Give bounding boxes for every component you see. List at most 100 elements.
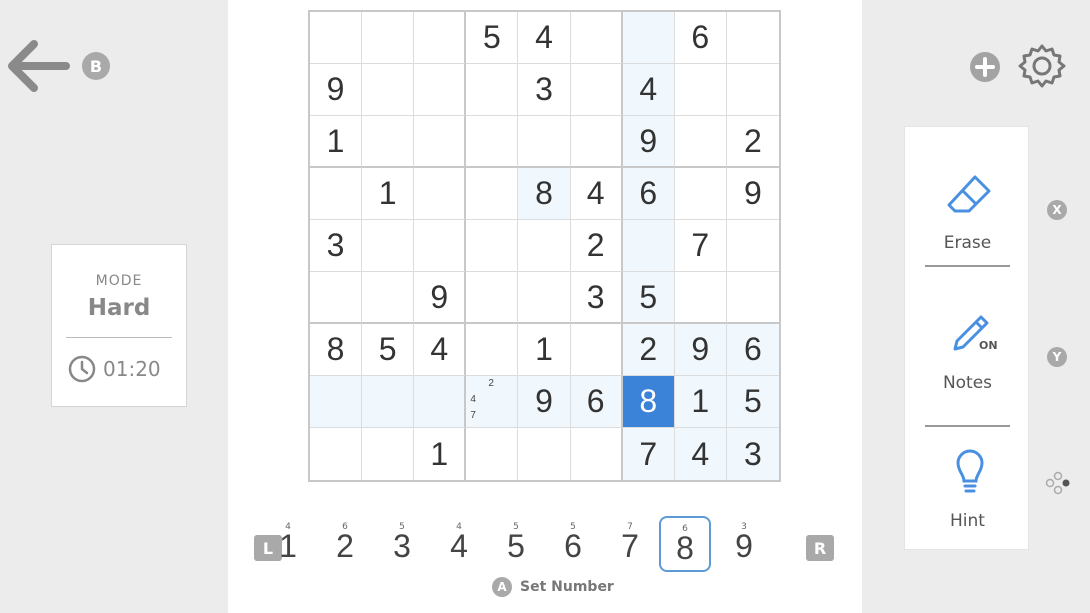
number-button-8[interactable]: 68 (659, 516, 711, 572)
board-cell[interactable]: 1 (518, 324, 571, 376)
board-cell[interactable] (570, 324, 623, 376)
board-cell[interactable]: 6 (622, 168, 675, 220)
board-cell[interactable]: 3 (570, 272, 623, 324)
number-button-5[interactable]: 55 (490, 516, 542, 572)
board-cell[interactable] (726, 272, 779, 324)
board-cell[interactable] (622, 220, 675, 272)
board-cell[interactable] (466, 272, 519, 324)
number-button-2[interactable]: 62 (319, 516, 371, 572)
board-cell[interactable]: 3 (726, 428, 779, 480)
board-cell[interactable] (362, 220, 415, 272)
board-cell[interactable] (310, 428, 363, 480)
board-cell[interactable]: 7 (674, 220, 727, 272)
number-button-1[interactable]: 41 (262, 516, 314, 572)
board-cell[interactable] (674, 64, 727, 116)
board-cell[interactable] (622, 12, 675, 64)
board-cell[interactable] (674, 116, 727, 168)
cell-value: 5 (744, 383, 762, 419)
back-button[interactable] (6, 38, 72, 94)
notes-button[interactable]: ON Notes (905, 277, 1030, 407)
board-cell[interactable] (466, 324, 519, 376)
board-cell[interactable] (674, 168, 727, 220)
board-cell[interactable] (570, 116, 623, 168)
board-cell[interactable] (518, 116, 571, 168)
add-button[interactable] (969, 51, 1001, 83)
board-cell[interactable] (466, 64, 519, 116)
board-cell[interactable]: 6 (570, 376, 623, 428)
board-cell[interactable] (674, 272, 727, 324)
board-cell[interactable]: 1 (310, 116, 363, 168)
cell-value: 9 (744, 175, 762, 211)
board-cell[interactable]: 5 (362, 324, 415, 376)
settings-button[interactable] (1018, 42, 1066, 90)
board-cell[interactable]: 3 (310, 220, 363, 272)
board-cell[interactable] (571, 428, 623, 480)
board-cell[interactable]: 4 (414, 324, 467, 376)
board-cell[interactable] (518, 272, 571, 324)
number-button-4[interactable]: 44 (433, 516, 485, 572)
board-cell[interactable] (362, 272, 415, 324)
board-cell[interactable]: 2 (622, 324, 675, 376)
board-cell[interactable]: 6 (726, 324, 779, 376)
board-cell[interactable] (570, 64, 623, 116)
board-cell[interactable] (726, 64, 779, 116)
board-cell[interactable] (362, 376, 415, 428)
gear-icon (1018, 44, 1066, 88)
board-cell[interactable]: 7 (622, 428, 675, 480)
board-cell[interactable] (362, 428, 415, 480)
board-cell[interactable]: 4 (570, 168, 623, 220)
board-cell[interactable]: 2 (570, 220, 623, 272)
board-cell[interactable] (310, 168, 363, 220)
board-cell[interactable]: 9 (726, 168, 779, 220)
board-cell[interactable] (310, 272, 363, 324)
board-cell[interactable]: 8 (622, 376, 675, 428)
number-selector: 416253445556776839 (256, 516, 836, 574)
board-cell[interactable]: 8 (310, 324, 363, 376)
board-cell[interactable]: 9 (414, 272, 467, 324)
hint-button[interactable]: Hint (905, 417, 1030, 547)
board-cell[interactable]: 5 (466, 12, 519, 64)
board-cell[interactable]: 2 4 7 (466, 376, 519, 428)
board-cell[interactable] (466, 428, 519, 480)
board-cell[interactable] (726, 12, 779, 64)
number-button-7[interactable]: 77 (604, 516, 656, 572)
board-cell[interactable] (362, 116, 415, 168)
board-cell[interactable] (414, 168, 467, 220)
board-cell[interactable] (414, 12, 467, 64)
board-cell[interactable]: 6 (674, 12, 727, 64)
board-cell[interactable] (362, 12, 415, 64)
board-cell[interactable] (466, 220, 519, 272)
board-cell[interactable]: 1 (362, 168, 415, 220)
board-cell[interactable] (414, 116, 467, 168)
board-cell[interactable] (414, 376, 467, 428)
board-cell[interactable] (310, 12, 363, 64)
erase-button[interactable]: Erase (905, 137, 1030, 267)
board-cell[interactable]: 4 (674, 428, 727, 480)
board-cell[interactable]: 4 (622, 64, 675, 116)
board-cell[interactable] (414, 64, 467, 116)
board-cell[interactable]: 8 (518, 168, 571, 220)
board-cell[interactable]: 9 (674, 324, 727, 376)
board-cell[interactable] (310, 376, 363, 428)
board-cell[interactable] (570, 12, 623, 64)
board-cell[interactable]: 4 (518, 12, 571, 64)
board-cell[interactable]: 5 (726, 376, 779, 428)
board-cell[interactable] (466, 116, 519, 168)
board-cell[interactable] (518, 220, 571, 272)
number-button-6[interactable]: 56 (547, 516, 599, 572)
number-button-9[interactable]: 39 (718, 516, 770, 572)
board-cell[interactable] (362, 64, 415, 116)
number-button-3[interactable]: 53 (376, 516, 428, 572)
board-cell[interactable] (726, 220, 779, 272)
board-cell[interactable]: 2 (726, 116, 779, 168)
board-cell[interactable]: 1 (674, 376, 727, 428)
board-cell[interactable]: 1 (414, 428, 467, 480)
board-cell[interactable]: 3 (518, 64, 571, 116)
board-cell[interactable] (466, 168, 519, 220)
board-cell[interactable]: 9 (310, 64, 363, 116)
board-cell[interactable]: 5 (622, 272, 675, 324)
board-cell[interactable] (518, 428, 571, 480)
board-cell[interactable] (414, 220, 467, 272)
board-cell[interactable]: 9 (518, 376, 571, 428)
board-cell[interactable]: 9 (622, 116, 675, 168)
